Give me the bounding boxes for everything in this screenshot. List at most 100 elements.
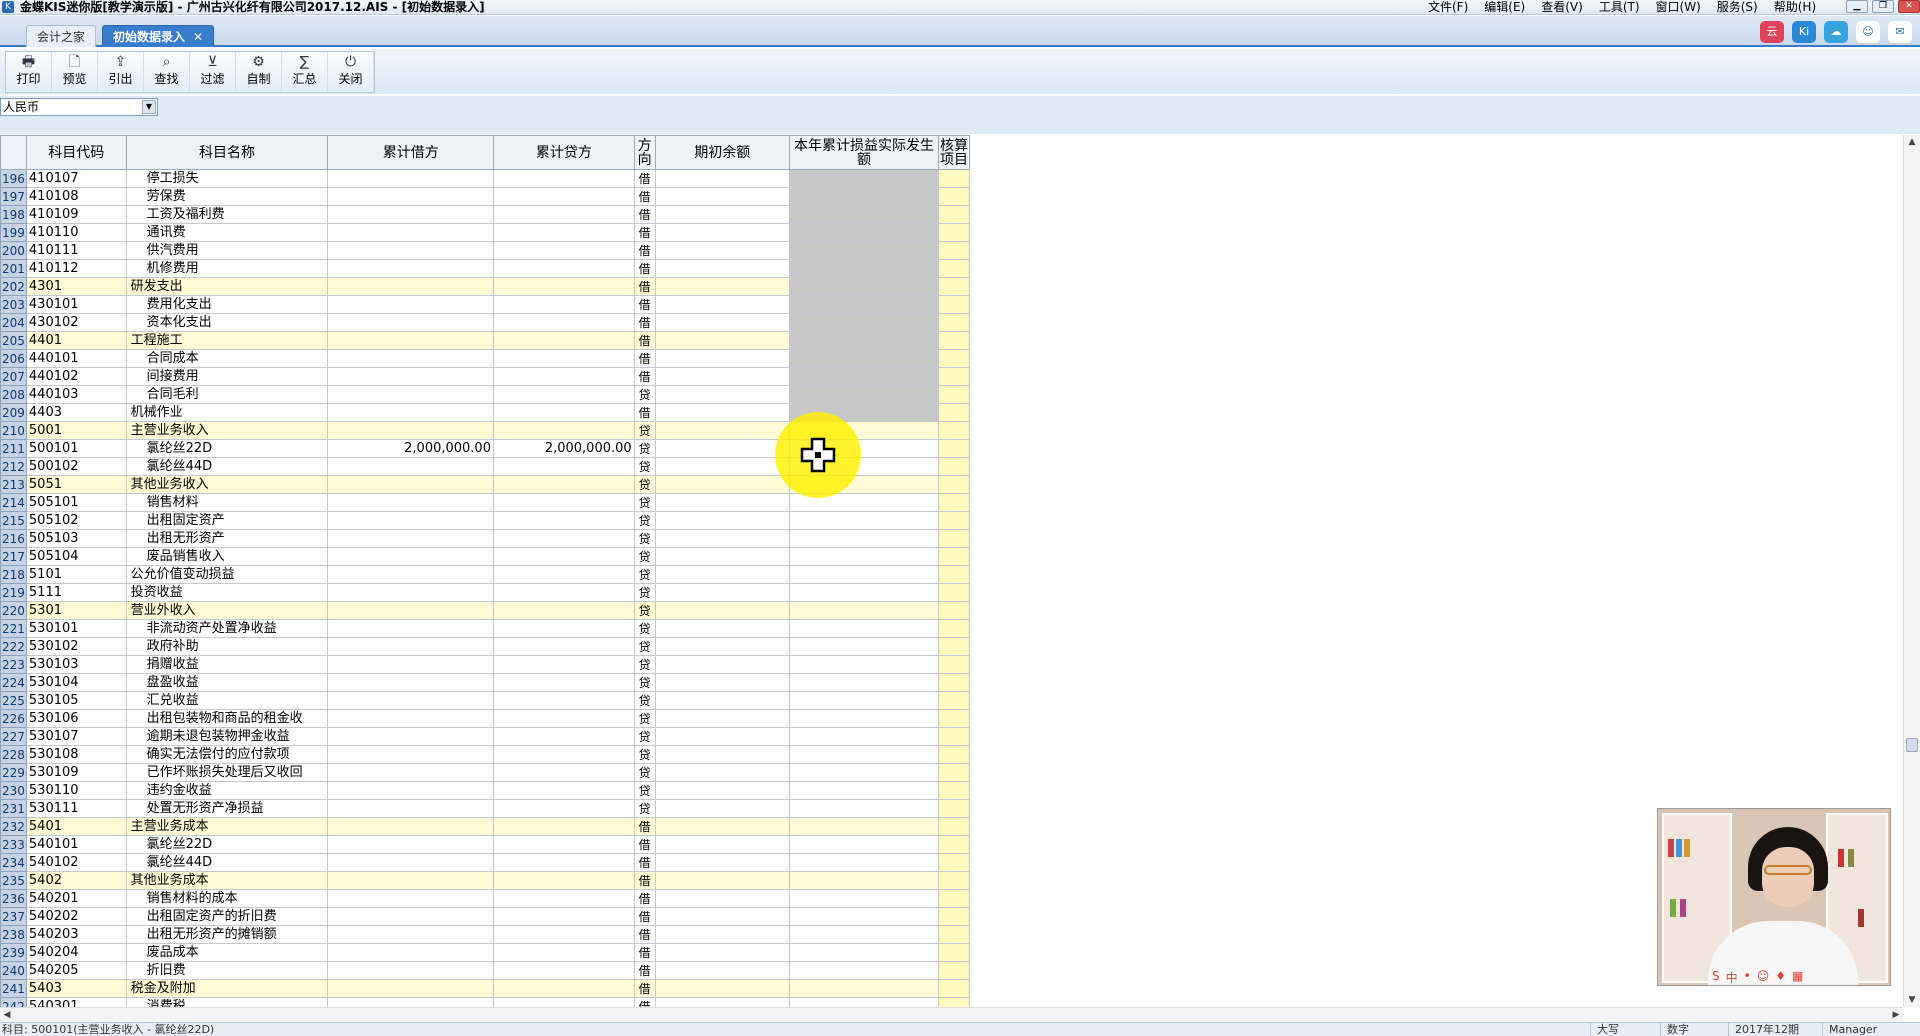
cell-accounting-item[interactable] [938,511,970,530]
cell-opening-balance[interactable] [654,727,790,746]
cell-name[interactable]: 消费税 [125,997,329,1007]
cell-ytd-pl[interactable] [788,835,940,854]
cell-opening-balance[interactable] [654,241,790,260]
cell-ytd-pl[interactable] [788,943,940,962]
cell-accounting-item[interactable] [938,475,970,494]
summary-button[interactable]: ∑ 汇总 [282,52,328,92]
table-row[interactable]: 203 430101 费用化支出 借 [0,295,970,314]
col-credit[interactable]: 累计贷方 [492,135,635,170]
smiley-icon[interactable]: ☺ [1856,21,1880,43]
cell-name[interactable]: 主营业务成本 [125,817,329,836]
table-row[interactable]: 197 410108 劳保费 借 [0,187,970,206]
cell-debit[interactable] [327,313,494,332]
tab-initial-data-entry[interactable]: 初始数据录入 ✕ [102,25,215,47]
export-button[interactable]: ⇪ 引出 [98,52,144,92]
cell-opening-balance[interactable] [654,331,790,350]
cell-name[interactable]: 逾期未退包装物押金收益 [125,727,329,746]
cell-code[interactable]: 5051 [25,475,127,494]
cell-accounting-item[interactable] [938,763,970,782]
cell-accounting-item[interactable] [938,673,970,692]
menu-tools[interactable]: 工具(T) [1599,0,1640,14]
cell-code[interactable]: 530102 [25,637,127,656]
cell-opening-balance[interactable] [654,745,790,764]
cell-debit[interactable] [327,691,494,710]
cell-code[interactable]: 410107 [25,169,127,188]
cell-code[interactable]: 5301 [25,601,127,620]
cell-opening-balance[interactable] [654,889,790,908]
table-row[interactable]: 206 440101 合同成本 借 [0,349,970,368]
cell-opening-balance[interactable] [654,799,790,818]
table-row[interactable]: 205 4401 工程施工 借 [0,331,970,350]
cell-name[interactable]: 投资收益 [125,583,329,602]
cell-ytd-pl[interactable] [788,637,940,656]
cell-debit[interactable] [327,421,494,440]
cell-debit[interactable] [327,331,494,350]
cell-debit[interactable] [327,997,494,1007]
table-row[interactable]: 223 530103 捐赠收益 贷 [0,655,970,674]
cell-debit[interactable] [327,493,494,512]
cell-accounting-item[interactable] [938,367,970,386]
table-row[interactable]: 200 410111 供汽费用 借 [0,241,970,260]
cell-accounting-item[interactable] [938,187,970,206]
cell-name[interactable]: 其他业务收入 [125,475,329,494]
cell-debit[interactable] [327,943,494,962]
scroll-left-icon[interactable]: ◀ [0,1008,14,1022]
cell-accounting-item[interactable] [938,745,970,764]
cell-name[interactable]: 出租无形资产 [125,529,329,548]
cell-debit[interactable] [327,187,494,206]
cell-name[interactable]: 合同成本 [125,349,329,368]
cell-debit[interactable] [327,547,494,566]
col-name[interactable]: 科目名称 [125,135,329,170]
cell-credit[interactable] [492,259,635,278]
cell-accounting-item[interactable] [938,709,970,728]
close-window-button[interactable]: ✕ [1898,0,1920,13]
cell-ytd-pl[interactable] [788,565,940,584]
cell-opening-balance[interactable] [654,223,790,242]
cell-opening-balance[interactable] [654,565,790,584]
table-row[interactable]: 198 410109 工资及福利费 借 [0,205,970,224]
cell-credit[interactable] [492,385,635,404]
cell-credit[interactable] [492,187,635,206]
cell-credit[interactable] [492,331,635,350]
table-row[interactable]: 227 530107 逾期未退包装物押金收益 贷 [0,727,970,746]
cell-ytd-pl[interactable] [788,979,940,998]
cell-accounting-item[interactable] [938,619,970,638]
cell-ytd-pl[interactable] [788,997,940,1007]
cell-opening-balance[interactable] [654,187,790,206]
cell-name[interactable]: 研发支出 [125,277,329,296]
cell-credit[interactable] [492,313,635,332]
cell-name[interactable]: 废品成本 [125,943,329,962]
menu-edit[interactable]: 编辑(E) [1484,0,1525,14]
cell-opening-balance[interactable] [654,817,790,836]
cell-credit[interactable] [492,691,635,710]
cell-opening-balance[interactable] [654,925,790,944]
cell-ytd-pl[interactable] [788,907,940,926]
table-row[interactable]: 201 410112 机修费用 借 [0,259,970,278]
cell-ytd-pl[interactable] [788,709,940,728]
table-row[interactable]: 221 530101 非流动资产处置净收益 贷 [0,619,970,638]
cell-accounting-item[interactable] [938,817,970,836]
cell-code[interactable]: 430101 [25,295,127,314]
cell-debit[interactable] [327,205,494,224]
table-row[interactable]: 225 530105 汇兑收益 贷 [0,691,970,710]
cell-accounting-item[interactable] [938,169,970,188]
cell-ytd-pl[interactable] [788,781,940,800]
cell-credit[interactable] [492,277,635,296]
cell-code[interactable]: 530104 [25,673,127,692]
cell-code[interactable]: 5101 [25,565,127,584]
table-row[interactable]: 230 530110 违约金收益 贷 [0,781,970,800]
cell-code[interactable]: 440103 [25,385,127,404]
cell-credit[interactable] [492,835,635,854]
cell-opening-balance[interactable] [654,673,790,692]
cell-credit[interactable] [492,655,635,674]
cell-code[interactable]: 440102 [25,367,127,386]
cell-ytd-pl[interactable] [788,745,940,764]
cell-code[interactable]: 4301 [25,277,127,296]
cell-accounting-item[interactable] [938,403,970,422]
table-row[interactable]: 238 540203 出租无形资产的摊销额 借 [0,925,970,944]
cell-name[interactable]: 其他业务成本 [125,871,329,890]
cell-credit[interactable] [492,871,635,890]
cell-name[interactable]: 工资及福利费 [125,205,329,224]
cell-accounting-item[interactable] [938,799,970,818]
cell-credit[interactable] [492,565,635,584]
